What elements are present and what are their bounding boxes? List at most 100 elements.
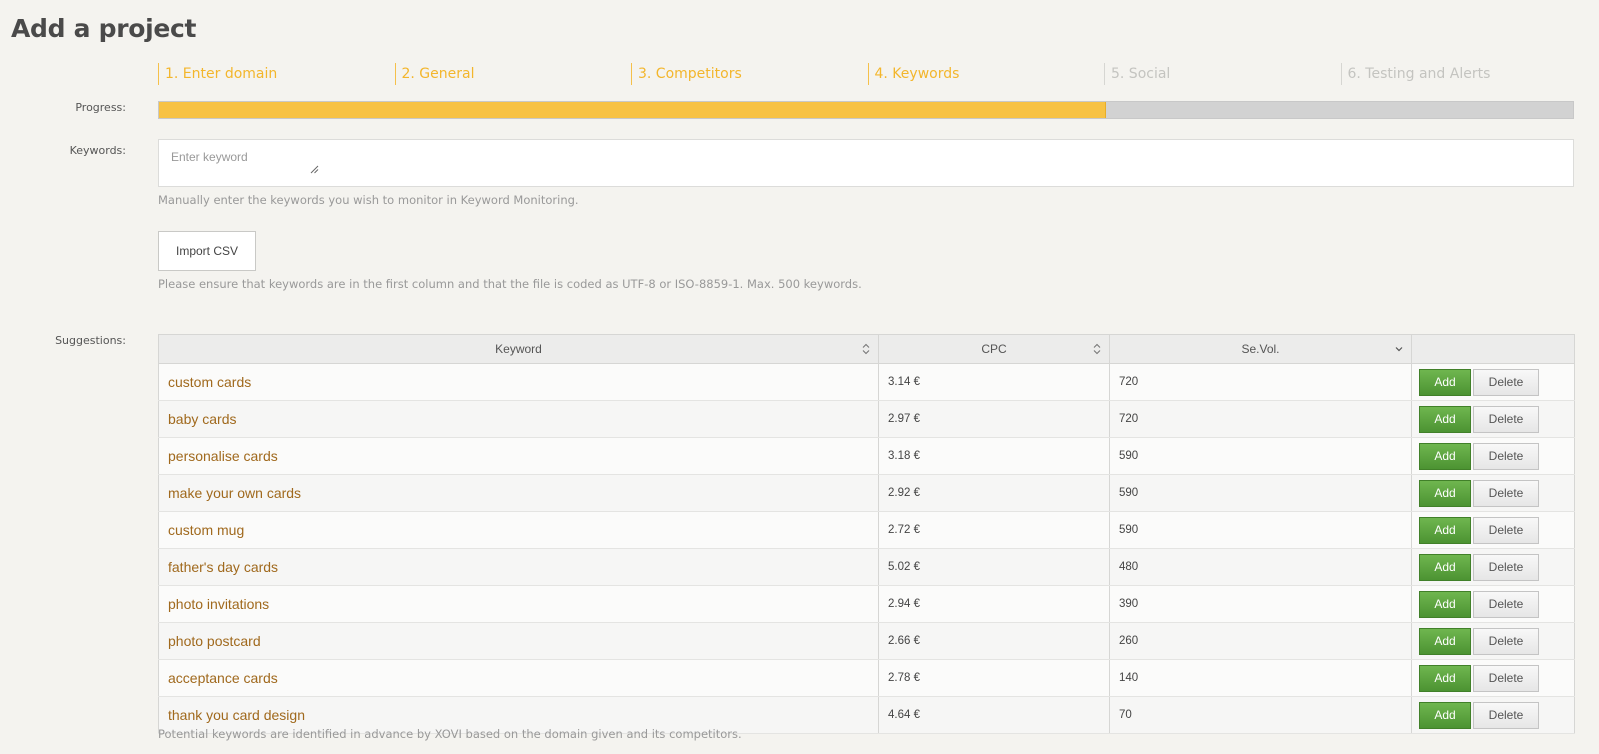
keyword-cell: photo postcard [158,622,879,660]
add-keyword-button[interactable]: Add [1419,627,1471,655]
actions-cell: Add Delete [1411,474,1575,512]
add-keyword-button[interactable]: Add [1419,553,1471,581]
import-help-text: Please ensure that keywords are in the f… [158,277,862,291]
column-header-label: Se.Vol. [1241,342,1280,356]
keyword-cell: custom cards [158,363,879,401]
keyword-link[interactable]: photo invitations [168,596,269,612]
step-keywords[interactable]: 4. Keywords [867,63,1105,85]
keyword-link[interactable]: acceptance cards [168,670,278,686]
keyword-cell: acceptance cards [158,659,879,697]
add-keyword-button[interactable]: Add [1419,405,1471,433]
volume-cell: 590 [1109,474,1412,512]
cpc-cell: 2.72 € [878,511,1110,549]
keyword-link[interactable]: photo postcard [168,633,261,649]
keyword-link[interactable]: custom mug [168,522,244,538]
column-header-label: CPC [981,342,1007,356]
delete-keyword-button[interactable]: Delete [1473,664,1539,692]
volume-cell: 140 [1109,659,1412,697]
column-header-search-volume[interactable]: Se.Vol. [1109,334,1412,364]
table-row: father's day cards 5.02 €480 Add Delete [158,548,1575,586]
keyword-link[interactable]: baby cards [168,411,236,427]
add-keyword-button[interactable]: Add [1419,701,1471,729]
delete-keyword-button[interactable]: Delete [1473,442,1539,470]
table-row: baby cards 2.97 €720 Add Delete [158,400,1575,438]
delete-keyword-button[interactable]: Delete [1473,627,1539,655]
wizard-steps: 1. Enter domain 2. General 3. Competitor… [158,63,1574,85]
keywords-help-text: Manually enter the keywords you wish to … [158,193,579,207]
delete-keyword-button[interactable]: Delete [1473,590,1539,618]
table-header-row: Keyword CPC Se.Vol. [158,334,1575,364]
suggestions-footer-text: Potential keywords are identified in adv… [158,727,742,741]
keyword-cell: make your own cards [158,474,879,512]
keyword-link[interactable]: personalise cards [168,448,278,464]
keyword-link[interactable]: make your own cards [168,485,301,501]
keyword-input-box [158,139,1574,187]
table-row: custom cards 3.14 €720 Add Delete [158,363,1575,401]
table-row: acceptance cards 2.78 €140 Add Delete [158,659,1575,697]
volume-cell: 70 [1109,696,1412,734]
volume-cell: 480 [1109,548,1412,586]
sort-descending-icon [1395,347,1403,352]
add-keyword-button[interactable]: Add [1419,479,1471,507]
keyword-cell: father's day cards [158,548,879,586]
cpc-cell: 2.94 € [878,585,1110,623]
actions-cell: Add Delete [1411,659,1575,697]
table-row: make your own cards 2.92 €590 Add Delete [158,474,1575,512]
sort-both-icon [862,343,870,355]
page-title: Add a project [11,14,197,43]
column-header-keyword[interactable]: Keyword [158,334,879,364]
cpc-cell: 2.78 € [878,659,1110,697]
keywords-label: Keywords: [69,144,126,157]
actions-cell: Add Delete [1411,548,1575,586]
column-header-cpc[interactable]: CPC [878,334,1110,364]
sort-both-icon [1093,343,1101,355]
suggestions-table: Keyword CPC Se.Vol. custom cards 3.14 € … [158,334,1575,734]
step-general[interactable]: 2. General [394,63,632,85]
delete-keyword-button[interactable]: Delete [1473,516,1539,544]
cpc-cell: 2.97 € [878,400,1110,438]
step-enter-domain[interactable]: 1. Enter domain [158,63,395,85]
cpc-cell: 3.18 € [878,437,1110,475]
cpc-cell: 5.02 € [878,548,1110,586]
cpc-cell: 2.92 € [878,474,1110,512]
delete-keyword-button[interactable]: Delete [1473,553,1539,581]
progress-label: Progress: [75,101,126,114]
column-header-actions [1411,334,1575,364]
keyword-link[interactable]: father's day cards [168,559,278,575]
add-keyword-button[interactable]: Add [1419,590,1471,618]
step-testing-alerts: 6. Testing and Alerts [1340,63,1578,85]
keyword-link[interactable]: thank you card design [168,707,305,723]
cpc-cell: 4.64 € [878,696,1110,734]
add-keyword-button[interactable]: Add [1419,516,1471,544]
volume-cell: 720 [1109,400,1412,438]
volume-cell: 720 [1109,363,1412,401]
actions-cell: Add Delete [1411,696,1575,734]
add-keyword-button[interactable]: Add [1419,442,1471,470]
volume-cell: 390 [1109,585,1412,623]
keyword-link[interactable]: custom cards [168,374,251,390]
step-competitors[interactable]: 3. Competitors [631,63,868,85]
actions-cell: Add Delete [1411,400,1575,438]
progress-fill [159,102,1107,118]
add-keyword-button[interactable]: Add [1419,664,1471,692]
table-row: photo postcard 2.66 €260 Add Delete [158,622,1575,660]
add-keyword-button[interactable]: Add [1419,368,1471,396]
keyword-cell: photo invitations [158,585,879,623]
keyword-input[interactable] [171,150,323,172]
step-social: 5. Social [1104,63,1341,85]
volume-cell: 260 [1109,622,1412,660]
delete-keyword-button[interactable]: Delete [1473,368,1539,396]
delete-keyword-button[interactable]: Delete [1473,405,1539,433]
table-row: custom mug 2.72 €590 Add Delete [158,511,1575,549]
table-body: custom cards 3.14 €720 Add Delete baby cards… [158,363,1575,734]
volume-cell: 590 [1109,511,1412,549]
progress-bar [158,101,1574,119]
delete-keyword-button[interactable]: Delete [1473,701,1539,729]
resize-grip-icon[interactable] [309,164,319,174]
suggestions-label: Suggestions: [55,334,126,347]
keyword-cell: custom mug [158,511,879,549]
delete-keyword-button[interactable]: Delete [1473,479,1539,507]
column-header-label: Keyword [495,342,542,356]
import-csv-button[interactable]: Import CSV [158,231,256,271]
actions-cell: Add Delete [1411,585,1575,623]
